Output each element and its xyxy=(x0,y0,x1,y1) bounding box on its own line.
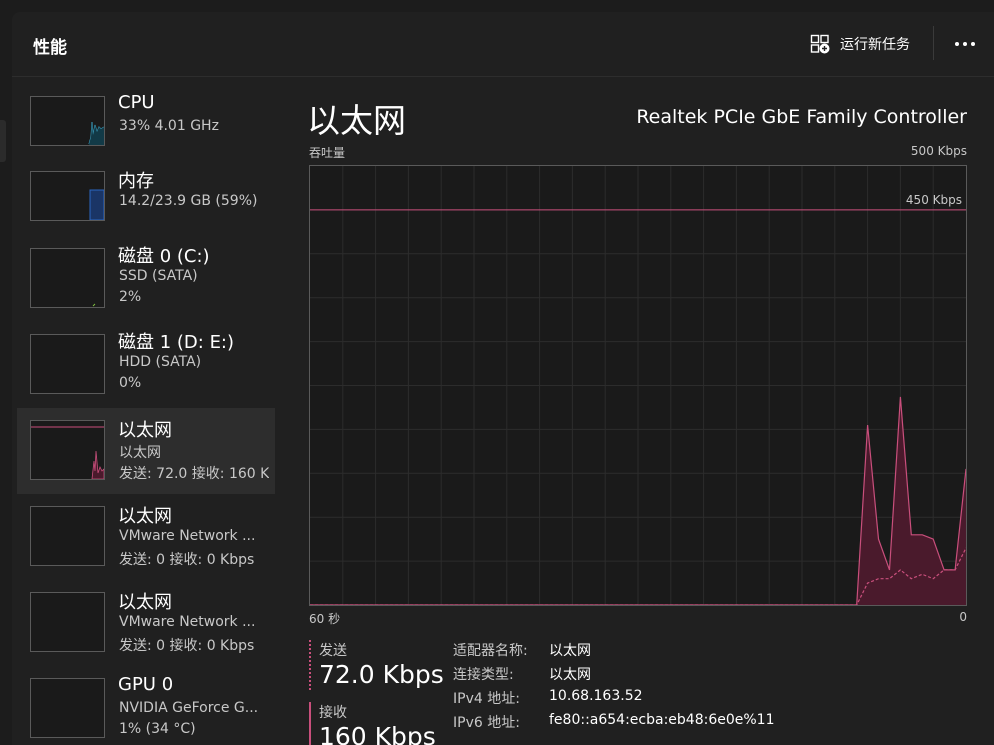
property-value: fe80::a654:ecba:eb48:6e0e%11 xyxy=(549,712,775,728)
sidebar-item-usage: 发送: 0 接收: 0 Kbps xyxy=(119,552,255,568)
memory-thumbnail xyxy=(30,171,105,221)
sidebar-item-detail: SSD (SATA) xyxy=(119,268,198,284)
sidebar-item-name: 以太网 xyxy=(118,506,172,527)
nav-edge-indicator[interactable] xyxy=(0,120,6,162)
sidebar-item-detail: VMware Network ... xyxy=(119,614,256,630)
sidebar-item-ethernet[interactable]: 以太网 以太网 发送: 72.0 接收: 160 K xyxy=(17,408,275,494)
send-value: 72.0 Kbps xyxy=(319,660,444,689)
sidebar-item-detail: 33% 4.01 GHz xyxy=(119,118,219,134)
sidebar-item-vmware-2[interactable]: 以太网 VMware Network ... 发送: 0 接收: 0 Kbps xyxy=(17,580,275,666)
sidebar-item-name: GPU 0 xyxy=(118,674,174,695)
sidebar-item-vmware-1[interactable]: 以太网 VMware Network ... 发送: 0 接收: 0 Kbps xyxy=(17,494,275,580)
property-key: 适配器名称: xyxy=(453,643,528,659)
sidebar-item-usage: 发送: 72.0 接收: 160 K xyxy=(119,466,270,482)
vmware2-thumbnail xyxy=(30,592,105,652)
more-options-icon[interactable] xyxy=(952,31,978,57)
graph-y-max-label: 500 Kbps xyxy=(910,144,967,158)
graph-x-left-label: 60 秒 xyxy=(309,612,341,626)
run-task-icon xyxy=(810,34,830,54)
send-indicator xyxy=(309,640,313,690)
sidebar-item-memory[interactable]: 内存 14.2/23.9 GB (59%) xyxy=(17,159,275,245)
property-value: 以太网 xyxy=(549,643,591,659)
graph-x-right-label: 0 xyxy=(959,610,967,624)
property-value: 10.68.163.52 xyxy=(549,688,643,704)
sidebar-item-detail: NVIDIA GeForce G... xyxy=(119,700,259,716)
sidebar-item-usage: 0% xyxy=(119,375,142,391)
disk0-thumbnail xyxy=(30,248,105,308)
sidebar-item-cpu[interactable]: CPU 33% 4.01 GHz xyxy=(17,84,275,170)
run-task-label: 运行新任务 xyxy=(840,37,910,53)
send-label: 发送 xyxy=(319,643,347,659)
sidebar-item-gpu[interactable]: GPU 0 NVIDIA GeForce G... 1% (34 °C) xyxy=(17,666,275,745)
sidebar-item-name: 以太网 xyxy=(118,592,172,613)
sidebar-item-disk-0[interactable]: 磁盘 0 (C:) SSD (SATA) 2% xyxy=(17,234,275,320)
run-new-task-button[interactable]: 运行新任务 xyxy=(810,32,910,56)
cpu-thumbnail xyxy=(30,96,105,146)
property-key: IPv4 地址: xyxy=(453,691,520,707)
performance-window: 性能 运行新任务 CPU 33% 4.01 GHz 内存 14.2/23.9 G… xyxy=(12,12,994,745)
sidebar-item-name: 磁盘 1 (D: E:) xyxy=(118,332,235,353)
title-strip xyxy=(0,0,994,12)
property-key: IPv6 地址: xyxy=(453,715,520,731)
sidebar-item-disk-1[interactable]: 磁盘 1 (D: E:) HDD (SATA) 0% xyxy=(17,320,275,406)
page-title: 性能 xyxy=(33,38,67,58)
receive-value: 160 Kbps xyxy=(319,722,436,745)
receive-label: 接收 xyxy=(319,705,347,721)
header-bar: 性能 运行新任务 xyxy=(12,12,994,77)
sidebar-item-name: 内存 xyxy=(118,171,154,192)
sidebar-item-detail: 14.2/23.9 GB (59%) xyxy=(119,193,258,209)
sidebar-item-usage: 发送: 0 接收: 0 Kbps xyxy=(119,638,255,654)
sidebar-item-name: CPU xyxy=(118,92,155,113)
sidebar-item-name: 磁盘 0 (C:) xyxy=(118,246,210,267)
graph-y-label: 吞吐量 xyxy=(309,146,346,160)
disk1-thumbnail xyxy=(30,334,105,394)
throughput-graph: 450 Kbps xyxy=(309,165,967,606)
property-key: 连接类型: xyxy=(453,667,514,683)
sidebar-item-usage: 1% (34 °C) xyxy=(119,721,196,737)
sidebar-item-name: 以太网 xyxy=(118,420,172,441)
sidebar-item-detail: HDD (SATA) xyxy=(119,354,202,370)
sidebar-item-detail: VMware Network ... xyxy=(119,528,256,544)
main-title: 以太网 xyxy=(307,101,406,140)
receive-indicator xyxy=(309,702,311,745)
header-divider xyxy=(933,26,934,60)
property-value: 以太网 xyxy=(549,667,591,683)
reference-line-label: 450 Kbps xyxy=(906,193,962,207)
sidebar-item-usage: 2% xyxy=(119,289,142,305)
vmware1-thumbnail xyxy=(30,506,105,566)
gpu-thumbnail xyxy=(30,678,105,738)
ethernet-thumbnail xyxy=(30,420,105,480)
adapter-name: Realtek PCIe GbE Family Controller xyxy=(636,106,967,128)
sidebar-item-detail: 以太网 xyxy=(119,445,161,461)
